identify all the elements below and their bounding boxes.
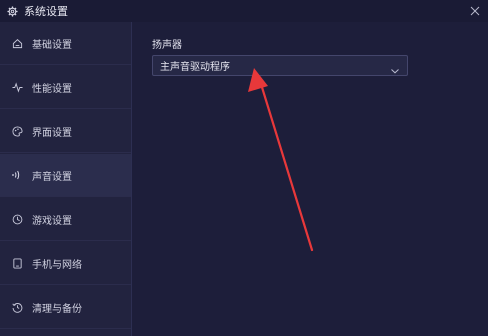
sidebar-item-label: 清理与备份 (32, 303, 82, 315)
close-icon[interactable] (468, 3, 482, 17)
sidebar-item-game[interactable]: 游戏设置 (0, 198, 131, 241)
gear-icon (5, 4, 19, 18)
title-bar: 系统设置 (0, 0, 488, 22)
sidebar-item-phone-network[interactable]: 手机与网络 (0, 242, 131, 285)
pulse-icon (11, 81, 23, 93)
sidebar-item-label: 性能设置 (32, 83, 72, 95)
sidebar-item-label: 基础设置 (32, 39, 72, 51)
sidebar-item-basic[interactable]: 基础设置 (0, 22, 131, 65)
sidebar-item-cleanup-backup[interactable]: 清理与备份 (0, 286, 131, 329)
history-icon (11, 301, 23, 313)
settings-sidebar: 基础设置 性能设置 界面设置 声音设置 游戏设置 手机与网络 清理与备份 (0, 22, 132, 336)
chevron-down-icon (390, 61, 400, 74)
palette-icon (11, 125, 23, 137)
speaker-select-value: 主声音驱动程序 (160, 62, 230, 73)
sidebar-item-sound[interactable]: 声音设置 (0, 154, 131, 197)
sidebar-item-label: 手机与网络 (32, 259, 82, 271)
phone-icon (11, 257, 23, 269)
speaker-label: 扬声器 (152, 40, 182, 51)
sound-settings-panel: 扬声器 主声音驱动程序 (132, 22, 488, 336)
clock-icon (11, 213, 23, 225)
sidebar-item-label: 声音设置 (32, 171, 72, 183)
speaker-select[interactable]: 主声音驱动程序 (152, 55, 408, 76)
sidebar-item-performance[interactable]: 性能设置 (0, 66, 131, 109)
home-icon (11, 37, 23, 49)
sound-icon (11, 169, 23, 181)
sidebar-item-interface[interactable]: 界面设置 (0, 110, 131, 153)
sidebar-item-label: 游戏设置 (32, 215, 72, 227)
sidebar-item-label: 界面设置 (32, 127, 72, 139)
window-title: 系统设置 (24, 5, 68, 18)
